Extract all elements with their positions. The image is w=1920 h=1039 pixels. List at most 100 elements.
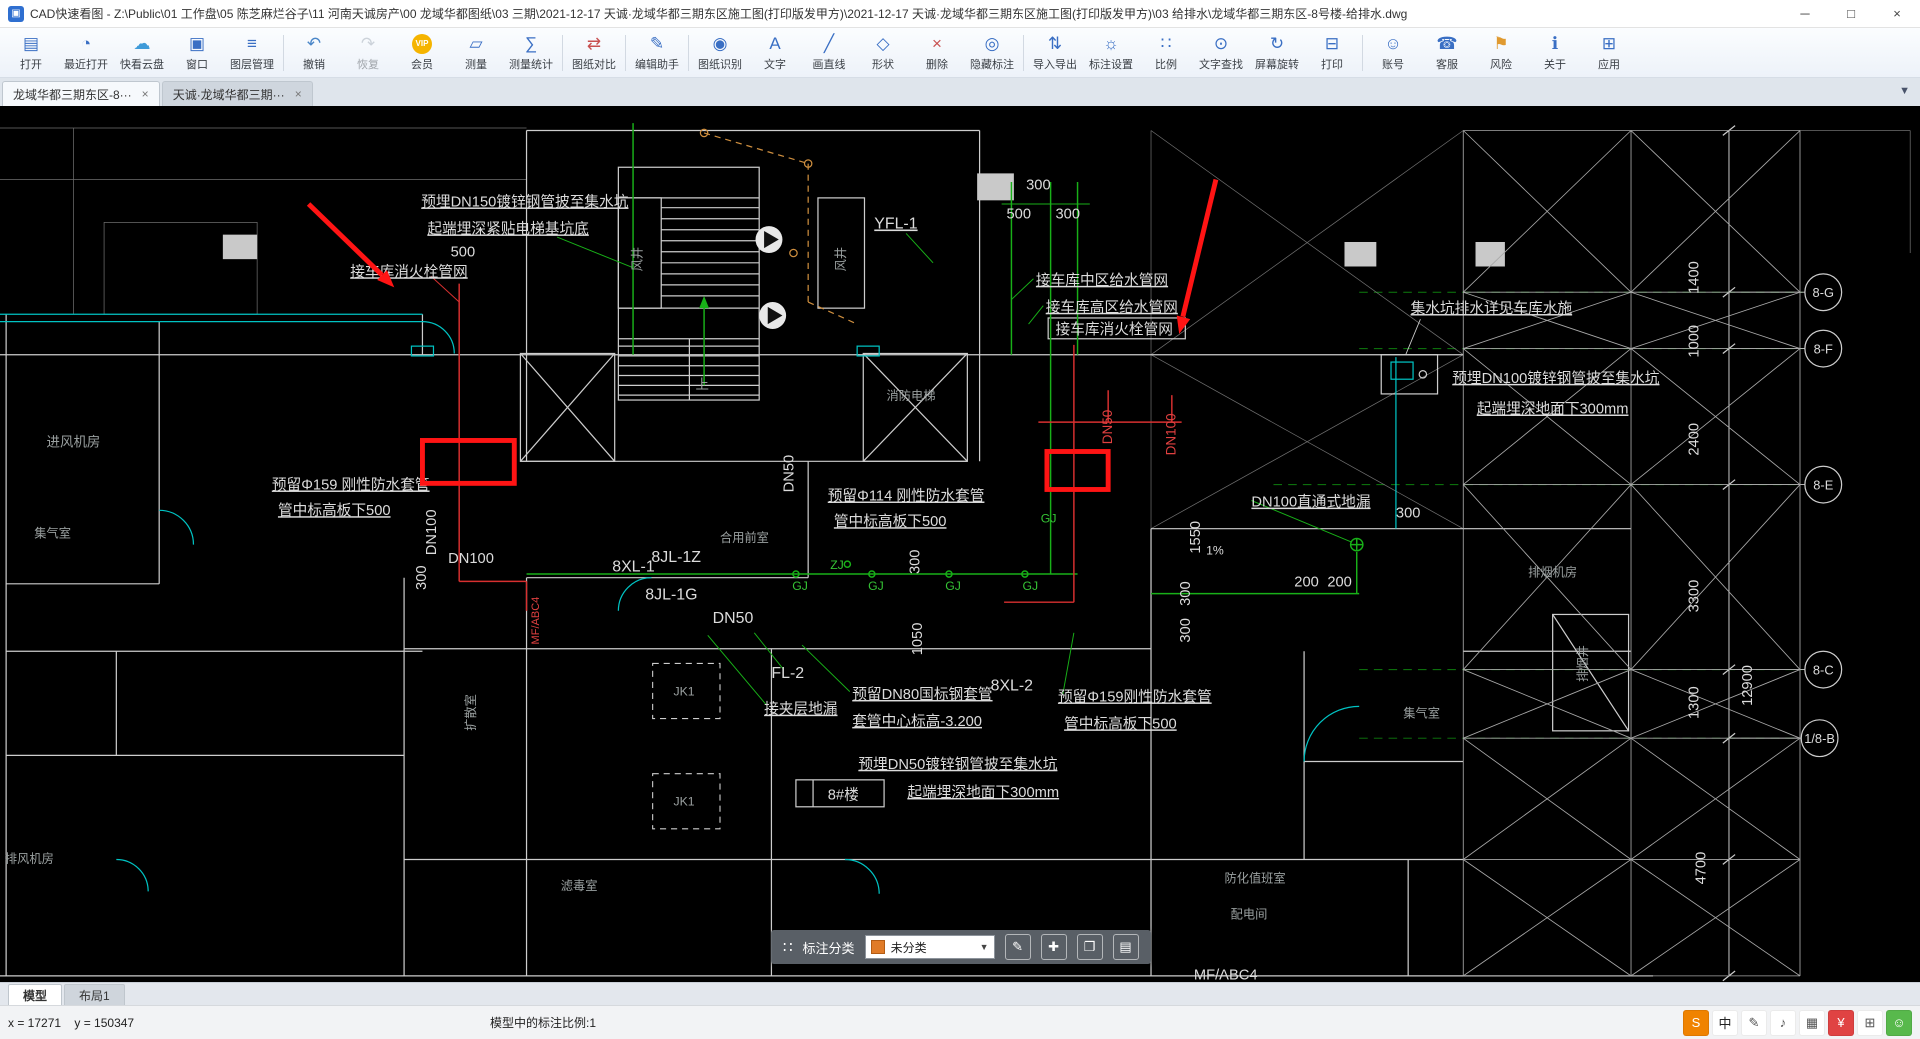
microphone-icon[interactable]: ♪ <box>1770 1009 1796 1036</box>
text-search-icon: ⊙ <box>1213 33 1229 53</box>
category-grid-icon[interactable]: ∷ <box>783 938 793 956</box>
toolbar-button-risk[interactable]: ⚑ 风险 <box>1474 30 1528 76</box>
toolbar-button-scale[interactable]: ∷ 比例 <box>1139 30 1193 76</box>
drawing-text: GJ <box>945 579 961 593</box>
copy-annotation-button[interactable]: ❐ <box>1076 934 1103 960</box>
layout-tab-model[interactable]: 模型 <box>8 984 63 1005</box>
ime-skin-icon[interactable]: ✎ <box>1741 1009 1767 1036</box>
drawing-text: 预埋DN50镀锌钢管披至集水坑 <box>858 756 1057 773</box>
drawing-text: 8XL-1 <box>612 559 655 576</box>
assistant-icon[interactable]: ☺ <box>1886 1009 1912 1036</box>
red-packet-icon[interactable]: ¥ <box>1828 1009 1854 1036</box>
toolbar-button-redo[interactable]: ↷ 恢复 <box>341 30 395 76</box>
toolbar-button-measure-stats[interactable]: ∑ 测量统计 <box>503 30 559 76</box>
cad-drawing-svg[interactable]: 预埋DN150镀锌钢管披至集水坑起端埋深紧贴电梯基坑底 500 接车库消火栓管网 YF… <box>0 106 1920 982</box>
drawing-text: 管中标高板下500 <box>278 501 391 519</box>
toolbar-button-import-export[interactable]: ⇅ 导入导出 <box>1027 30 1083 76</box>
layout-tab-bar: 模型 布局1 <box>0 982 1920 1005</box>
drawing-canvas[interactable]: 预埋DN150镀锌钢管披至集水坑 起端埋深紧贴电梯基坑底 500 接车库消火栓管网 YF… <box>0 106 1920 982</box>
drawing-text: JK1 <box>673 795 694 809</box>
ime-chinese-icon[interactable]: 中 <box>1712 1009 1738 1036</box>
screen-rotate-icon: ↻ <box>1269 33 1285 53</box>
toolbar-button-drawing-ocr[interactable]: ◉ 图纸识别 <box>692 30 748 76</box>
toolbar-button-edit-assistant[interactable]: ✎ 编辑助手 <box>629 30 685 76</box>
delete-icon: × <box>932 33 942 53</box>
drawing-text: MF/ABC4 <box>1194 968 1258 982</box>
drawing-text: 排烟机房 <box>1528 564 1577 579</box>
drawing-text: 1050 <box>910 623 926 656</box>
toolbar-button-undo[interactable]: ↶ 撤销 <box>287 30 341 76</box>
drawing-text: 8#楼 <box>828 786 859 803</box>
drawing-text: 合用前室 <box>720 530 769 545</box>
drawing-text: 12900 <box>1740 665 1756 706</box>
status-bar: x = 17271 y = 150347 模型中的标注比例:1 S 中 ✎ ♪ ▦ ¥ ⊞ ☺ <box>0 1005 1920 1039</box>
layout-tab-layout1[interactable]: 布局1 <box>64 984 125 1005</box>
drawing-text: 集气室 <box>1403 705 1440 720</box>
drawing-text: 2400 <box>1686 423 1702 456</box>
toolbar-button-line[interactable]: ╱ 画直线 <box>802 30 856 76</box>
layer-manager-icon: ≡ <box>247 33 257 53</box>
drawing-text: 预埋DN100镀锌钢管披至集水坑 <box>1452 370 1660 387</box>
document-tab-label: 天诚·龙域华都三期··· <box>172 87 285 102</box>
drawing-text: 预留Φ159 刚性防水套管 <box>272 476 430 493</box>
document-tab[interactable]: 龙域华都三期东区-8··· × <box>2 81 160 106</box>
drawing-text: 1400 <box>1686 261 1702 294</box>
toolbar-button-recent-open[interactable]: ◔ 最近打开 <box>58 30 114 76</box>
toolbar-button-shape[interactable]: ◇ 形状 <box>856 30 910 76</box>
canvas-background <box>0 106 1920 982</box>
toolbar-button-layer-manager[interactable]: ≡ 图层管理 <box>224 30 280 76</box>
toolbar-button-window[interactable]: ▣ 窗口 <box>170 30 224 76</box>
drawing-text: 300 <box>1178 618 1194 643</box>
tab-close-icon[interactable]: × <box>295 87 302 101</box>
title-bar: ▣ CAD快速看图 - Z:\Public\01 工作盘\05 陈芝麻烂谷子\1… <box>0 0 1920 28</box>
toolbar-button-label: 编辑助手 <box>635 58 679 71</box>
tab-list-dropdown-icon[interactable]: ▼ <box>1899 85 1910 97</box>
toolbar-button-annotation-settings[interactable]: ☼ 标注设置 <box>1083 30 1139 76</box>
drawing-text: DN100 <box>1164 413 1179 455</box>
toolbar-button-apps[interactable]: ⊞ 应用 <box>1582 30 1636 76</box>
move-annotation-button[interactable]: ✚ <box>1040 934 1067 960</box>
drawing-text: DN100 <box>424 509 440 555</box>
toolbar-button-customer-service[interactable]: ☎ 客服 <box>1420 30 1474 76</box>
edit-annotation-button[interactable]: ✎ <box>1004 934 1031 960</box>
toolbar-button-label: 导入导出 <box>1033 58 1077 71</box>
clipboard-annotation-button[interactable]: ▤ <box>1112 934 1139 960</box>
toolbar-button-account[interactable]: ☺ 账号 <box>1366 30 1420 76</box>
drawing-text: 接车库中区给水管网 <box>1036 272 1168 289</box>
toolbar-button-about[interactable]: ℹ 关于 <box>1528 30 1582 76</box>
window-title: CAD快速看图 - Z:\Public\01 工作盘\05 陈芝麻烂谷子\11 … <box>30 7 1408 21</box>
tab-close-icon[interactable]: × <box>142 87 149 101</box>
toolbar-button-delete[interactable]: × 删除 <box>910 30 964 76</box>
toolbar-button-cloud-drive[interactable]: ☁ 快看云盘 <box>114 30 170 76</box>
toolbar-button-vip[interactable]: VIP 会员 <box>395 30 449 76</box>
text-icon: A <box>769 33 781 53</box>
hide-annotation-icon: ◎ <box>984 33 1000 53</box>
document-tab[interactable]: 天诚·龙域华都三期··· × <box>161 81 313 106</box>
drawing-text: 1300 <box>1686 686 1702 719</box>
category-dropdown[interactable]: 未分类 ▼ <box>864 935 995 959</box>
soft-keyboard-icon[interactable]: ▦ <box>1799 1009 1825 1036</box>
toolbar-button-open[interactable]: ▤ 打开 <box>4 30 58 76</box>
minimize-button[interactable]: ─ <box>1782 1 1828 27</box>
toolbar-button-print[interactable]: ⊟ 打印 <box>1305 30 1359 76</box>
grid-bubble: 8-C <box>1804 650 1843 689</box>
toolbar-button-drawing-compare[interactable]: ⇄ 图纸对比 <box>566 30 622 76</box>
toolbar-button-measure[interactable]: ▱ 测量 <box>449 30 503 76</box>
toolbar-button-hide-annotation[interactable]: ◎ 隐藏标注 <box>964 30 1020 76</box>
toolbar-button-label: 最近打开 <box>64 58 108 71</box>
toolbox-icon[interactable]: ⊞ <box>1857 1009 1883 1036</box>
drawing-text: ZJ <box>830 558 844 572</box>
drawing-text: 8JL-1G <box>645 587 697 604</box>
cursor-coordinates: x = 17271 y = 150347 <box>8 1015 135 1030</box>
toolbar-button-label: 窗口 <box>186 58 208 71</box>
drawing-text: 300 <box>908 550 924 575</box>
toolbar-button-text[interactable]: A 文字 <box>748 30 802 76</box>
toolbar-button-text-search[interactable]: ⊙ 文字查找 <box>1193 30 1249 76</box>
toolbar-button-label: 标注设置 <box>1089 58 1133 71</box>
maximize-button[interactable]: □ <box>1828 1 1874 27</box>
drawing-text: 集气室 <box>34 525 71 540</box>
sogou-icon[interactable]: S <box>1683 1009 1709 1036</box>
close-button[interactable]: × <box>1874 1 1920 27</box>
drawing-text: 扩散室 <box>463 694 478 731</box>
toolbar-button-screen-rotate[interactable]: ↻ 屏幕旋转 <box>1249 30 1305 76</box>
